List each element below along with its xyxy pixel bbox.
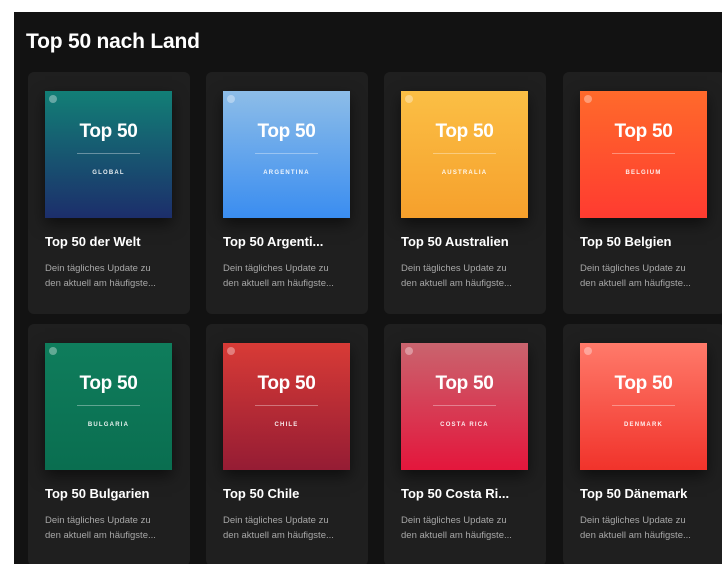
playlist-cover: Top 50 AUSTRALIA: [401, 91, 528, 218]
playlist-cover: Top 50 COSTA RICA: [401, 343, 528, 470]
card-description-line: Dein tägliches Update zu: [45, 515, 151, 526]
card-description-line: Dein tägliches Update zu: [223, 263, 329, 274]
cover-title: Top 50: [257, 121, 316, 142]
card-title[interactable]: Top 50 Argenti...: [223, 234, 359, 249]
cover-country: DENMARK: [623, 422, 664, 428]
cover-divider: [433, 405, 496, 406]
card-description-line: den aktuell am häufigste...: [401, 530, 512, 541]
playlist-cover: Top 50 CHILE: [223, 343, 350, 470]
playlist-card[interactable]: Top 50 AUSTRALIA Top 50 Australien Dein …: [384, 72, 546, 314]
cover-divider: [612, 405, 675, 406]
card-description-line: den aktuell am häufigste...: [45, 278, 156, 289]
spotify-logo-icon: [405, 347, 413, 355]
spotify-logo-icon: [49, 347, 57, 355]
playlist-cover: Top 50 BELGIUM: [580, 91, 707, 218]
section-title[interactable]: Top 50 nach Land: [26, 30, 200, 54]
spotify-logo-icon: [584, 95, 592, 103]
spotify-logo-icon: [49, 95, 57, 103]
playlist-card[interactable]: Top 50 DENMARK Top 50 Dänemark Dein tägl…: [563, 324, 722, 564]
card-description-line: Dein tägliches Update zu: [45, 263, 151, 274]
card-description: Dein tägliches Update zu den aktuell am …: [580, 513, 716, 543]
playlist-card[interactable]: Top 50 GLOBAL Top 50 der Welt Dein tägli…: [28, 72, 190, 314]
playlist-card[interactable]: Top 50 BELGIUM Top 50 Belgien Dein tägli…: [563, 72, 722, 314]
playlist-cover: Top 50 ARGENTINA: [223, 91, 350, 218]
playlist-cover: Top 50 GLOBAL: [45, 91, 172, 218]
card-title[interactable]: Top 50 Chile: [223, 486, 359, 501]
cover-title: Top 50: [435, 373, 494, 394]
card-title[interactable]: Top 50 Costa Ri...: [401, 486, 537, 501]
playlist-cover: Top 50 DENMARK: [580, 343, 707, 470]
cover-country: AUSTRALIA: [441, 170, 488, 176]
card-description-line: den aktuell am häufigste...: [401, 278, 512, 289]
card-description-line: den aktuell am häufigste...: [580, 278, 691, 289]
cover-title: Top 50: [614, 373, 673, 394]
card-description: Dein tägliches Update zu den aktuell am …: [223, 513, 359, 543]
playlist-card[interactable]: Top 50 CHILE Top 50 Chile Dein tägliches…: [206, 324, 368, 564]
cover-country: COSTA RICA: [440, 422, 489, 428]
card-description-line: Dein tägliches Update zu: [401, 263, 507, 274]
spotify-logo-icon: [584, 347, 592, 355]
card-description-line: Dein tägliches Update zu: [401, 515, 507, 526]
playlist-card[interactable]: Top 50 BULGARIA Top 50 Bulgarien Dein tä…: [28, 324, 190, 564]
cover-divider: [612, 153, 675, 154]
playlist-card[interactable]: Top 50 ARGENTINA Top 50 Argenti... Dein …: [206, 72, 368, 314]
card-title[interactable]: Top 50 Bulgarien: [45, 486, 181, 501]
cover-title: Top 50: [435, 121, 494, 142]
spotify-logo-icon: [405, 95, 413, 103]
card-description: Dein tägliches Update zu den aktuell am …: [401, 513, 537, 543]
cover-title: Top 50: [79, 373, 138, 394]
cover-country: CHILE: [274, 422, 299, 428]
card-description-line: den aktuell am häufigste...: [45, 530, 156, 541]
playlist-card[interactable]: Top 50 COSTA RICA Top 50 Costa Ri... Dei…: [384, 324, 546, 564]
card-title[interactable]: Top 50 Australien: [401, 234, 537, 249]
card-description-line: Dein tägliches Update zu: [223, 515, 329, 526]
card-description-line: den aktuell am häufigste...: [580, 530, 691, 541]
cover-title: Top 50: [79, 121, 138, 142]
cover-divider: [433, 153, 496, 154]
content-panel: Top 50 nach Land Top 50 GLOBAL Top 50 de…: [14, 12, 722, 564]
cover-country: BULGARIA: [87, 422, 130, 428]
playlist-cover: Top 50 BULGARIA: [45, 343, 172, 470]
cover-country: GLOBAL: [92, 170, 125, 176]
card-description: Dein tägliches Update zu den aktuell am …: [223, 261, 359, 291]
cover-divider: [255, 153, 318, 154]
cover-country: ARGENTINA: [263, 170, 310, 176]
card-title[interactable]: Top 50 Belgien: [580, 234, 716, 249]
card-description: Dein tägliches Update zu den aktuell am …: [45, 513, 181, 543]
cover-divider: [255, 405, 318, 406]
card-title[interactable]: Top 50 Dänemark: [580, 486, 716, 501]
card-description-line: den aktuell am häufigste...: [223, 530, 334, 541]
cover-title: Top 50: [614, 121, 673, 142]
card-description: Dein tägliches Update zu den aktuell am …: [45, 261, 181, 291]
spotify-logo-icon: [227, 347, 235, 355]
card-description: Dein tägliches Update zu den aktuell am …: [580, 261, 716, 291]
card-title[interactable]: Top 50 der Welt: [45, 234, 181, 249]
card-description-line: Dein tägliches Update zu: [580, 515, 686, 526]
cover-divider: [77, 153, 140, 154]
spotify-logo-icon: [227, 95, 235, 103]
cover-country: BELGIUM: [625, 170, 662, 176]
card-description-line: den aktuell am häufigste...: [223, 278, 334, 289]
card-description: Dein tägliches Update zu den aktuell am …: [401, 261, 537, 291]
card-description-line: Dein tägliches Update zu: [580, 263, 686, 274]
cover-divider: [77, 405, 140, 406]
cover-title: Top 50: [257, 373, 316, 394]
